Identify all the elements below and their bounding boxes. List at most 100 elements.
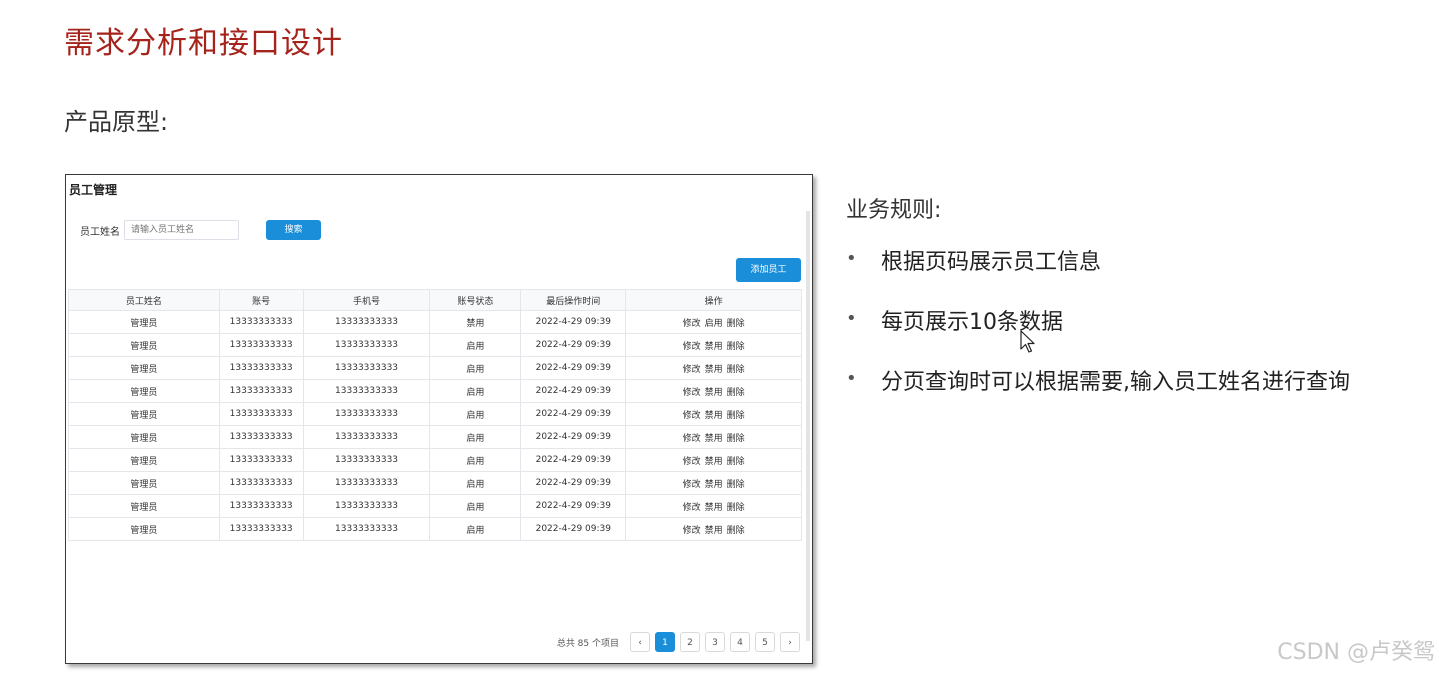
page-title: 员工管理 <box>69 183 118 197</box>
delete-link[interactable]: 删除 <box>727 434 745 444</box>
edit-link[interactable]: 修改 <box>683 480 701 490</box>
chevron-right-icon[interactable]: › <box>780 632 800 652</box>
cell-status: 启用 <box>429 494 522 518</box>
search-input[interactable] <box>124 220 239 240</box>
cell-actions: 修改 禁用 删除 <box>625 471 802 495</box>
cell-name: 管理员 <box>68 471 220 495</box>
toggle-status-link[interactable]: 禁用 <box>705 434 723 444</box>
column-header-actions: 操作 <box>625 289 802 311</box>
search-button[interactable]: 搜索 <box>266 220 321 240</box>
cell-status: 启用 <box>429 448 522 472</box>
toggle-status-link[interactable]: 禁用 <box>705 388 723 398</box>
cell-actions: 修改 禁用 删除 <box>625 379 802 403</box>
edit-link[interactable]: 修改 <box>683 342 701 352</box>
cell-account: 13333333333 <box>218 448 304 472</box>
toggle-status-link[interactable]: 禁用 <box>705 365 723 375</box>
cell-status: 启用 <box>429 517 522 541</box>
toggle-status-link[interactable]: 禁用 <box>705 503 723 513</box>
page-button-4[interactable]: 4 <box>730 632 750 652</box>
cell-name: 管理员 <box>68 448 220 472</box>
page-button-3[interactable]: 3 <box>705 632 725 652</box>
rule-item: • 分页查询时可以根据需要,输入员工姓名进行查询 <box>846 364 1350 424</box>
toggle-status-link[interactable]: 禁用 <box>705 342 723 352</box>
delete-link[interactable]: 删除 <box>727 319 745 329</box>
cell-status: 启用 <box>429 379 522 403</box>
column-header-phone: 手机号 <box>302 289 431 311</box>
cell-actions: 修改 禁用 删除 <box>625 356 802 380</box>
cell-status: 启用 <box>429 356 522 380</box>
delete-link[interactable]: 删除 <box>727 411 745 421</box>
cell-actions: 修改 禁用 删除 <box>625 517 802 541</box>
cell-status: 启用 <box>429 333 522 357</box>
table-row: 管理员 13333333333 13333333333 启用 2022-4-29 09:… <box>68 379 802 403</box>
page-button-5[interactable]: 5 <box>755 632 775 652</box>
toggle-status-link[interactable]: 禁用 <box>705 480 723 490</box>
edit-link[interactable]: 修改 <box>683 503 701 513</box>
cell-account: 13333333333 <box>218 425 304 449</box>
edit-link[interactable]: 修改 <box>683 457 701 467</box>
edit-link[interactable]: 修改 <box>683 365 701 375</box>
slide-subtitle: 产品原型: <box>64 108 169 136</box>
column-header-account: 账号 <box>218 289 304 311</box>
delete-link[interactable]: 删除 <box>727 503 745 513</box>
column-header-name: 员工姓名 <box>68 289 220 311</box>
cell-name: 管理员 <box>68 379 220 403</box>
rule-text: 根据页码展示员工信息 <box>881 250 1102 275</box>
rule-item: • 每页展示10条数据 <box>846 304 1350 364</box>
cell-time: 2022-4-29 09:39 <box>520 471 627 495</box>
page-button-2[interactable]: 2 <box>680 632 700 652</box>
scrollbar[interactable] <box>806 211 810 641</box>
watermark: CSDN @卢癸鸳 <box>1277 640 1435 665</box>
cell-account: 13333333333 <box>218 310 304 334</box>
toggle-status-link[interactable]: 禁用 <box>705 526 723 536</box>
cell-name: 管理员 <box>68 494 220 518</box>
page-button-1[interactable]: 1 <box>655 632 675 652</box>
delete-link[interactable]: 删除 <box>727 388 745 398</box>
toggle-status-link[interactable]: 禁用 <box>705 411 723 421</box>
cell-account: 13333333333 <box>218 333 304 357</box>
bullet-icon: • <box>846 308 857 329</box>
bullet-icon: • <box>846 248 857 269</box>
table-row: 管理员 13333333333 13333333333 启用 2022-4-29 09:… <box>68 425 802 449</box>
edit-link[interactable]: 修改 <box>683 388 701 398</box>
delete-link[interactable]: 删除 <box>727 480 745 490</box>
cell-name: 管理员 <box>68 517 220 541</box>
cell-account: 13333333333 <box>218 471 304 495</box>
cell-actions: 修改 禁用 删除 <box>625 448 802 472</box>
toggle-status-link[interactable]: 禁用 <box>705 457 723 467</box>
prototype-window: 员工管理 员工姓名 搜索 添加员工 员工姓名 账号 手机号 账号状态 最后操作时… <box>65 174 813 664</box>
cell-time: 2022-4-29 09:39 <box>520 333 627 357</box>
cell-account: 13333333333 <box>218 402 304 426</box>
cell-phone: 13333333333 <box>302 448 431 472</box>
cell-time: 2022-4-29 09:39 <box>520 310 627 334</box>
search-label: 员工姓名 <box>80 227 120 238</box>
edit-link[interactable]: 修改 <box>683 526 701 536</box>
cell-account: 13333333333 <box>218 517 304 541</box>
delete-link[interactable]: 删除 <box>727 365 745 375</box>
edit-link[interactable]: 修改 <box>683 434 701 444</box>
table-header-row: 员工姓名 账号 手机号 账号状态 最后操作时间 操作 <box>68 289 802 311</box>
delete-link[interactable]: 删除 <box>727 526 745 536</box>
edit-link[interactable]: 修改 <box>683 319 701 329</box>
cell-name: 管理员 <box>68 310 220 334</box>
bullet-icon: • <box>846 368 857 389</box>
cell-phone: 13333333333 <box>302 471 431 495</box>
delete-link[interactable]: 删除 <box>727 457 745 467</box>
cell-time: 2022-4-29 09:39 <box>520 517 627 541</box>
cell-name: 管理员 <box>68 402 220 426</box>
chevron-left-icon[interactable]: ‹ <box>630 632 650 652</box>
delete-link[interactable]: 删除 <box>727 342 745 352</box>
cell-phone: 13333333333 <box>302 494 431 518</box>
table-row: 管理员 13333333333 13333333333 启用 2022-4-29 09:… <box>68 333 802 357</box>
cell-phone: 13333333333 <box>302 402 431 426</box>
cell-phone: 13333333333 <box>302 379 431 403</box>
pagination-total: 总共 85 个项目 <box>556 638 619 649</box>
add-employee-button[interactable]: 添加员工 <box>736 258 801 282</box>
toggle-status-link[interactable]: 启用 <box>705 319 723 329</box>
table-row: 管理员 13333333333 13333333333 启用 2022-4-29 09:… <box>68 448 802 472</box>
column-header-status: 账号状态 <box>429 289 522 311</box>
table-row: 管理员 13333333333 13333333333 启用 2022-4-29 09:… <box>68 471 802 495</box>
table-row: 管理员 13333333333 13333333333 启用 2022-4-29 09:… <box>68 356 802 380</box>
cell-name: 管理员 <box>68 333 220 357</box>
edit-link[interactable]: 修改 <box>683 411 701 421</box>
